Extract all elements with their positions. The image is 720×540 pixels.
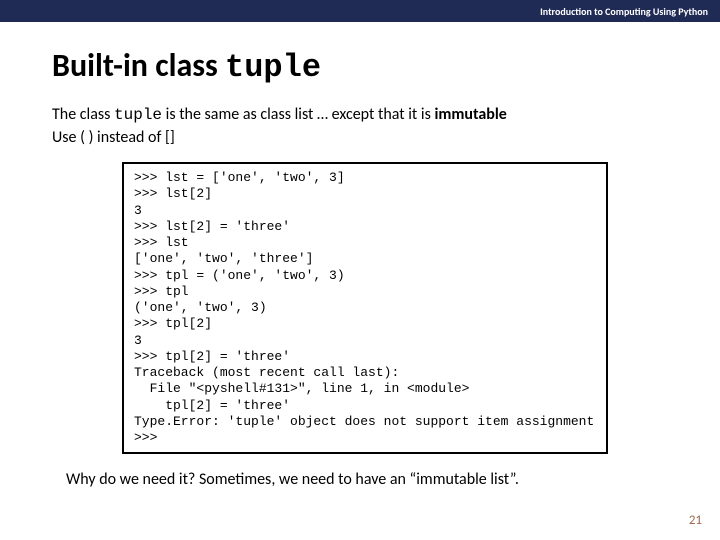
page-number: 21	[689, 513, 702, 528]
intro-frag-a: The class	[52, 105, 114, 124]
intro-frag-b: is the same as class list … except that …	[162, 105, 434, 124]
slide-title: Built-in class tuple	[52, 46, 668, 86]
course-title: Introduction to Computing Using Python	[540, 5, 708, 18]
title-prefix: Built-in class	[52, 46, 225, 85]
intro-frag-mono: tuple	[114, 106, 162, 124]
intro-frag-bold: immutable	[434, 105, 506, 124]
title-mono: tuple	[225, 49, 321, 86]
header-bar: Introduction to Computing Using Python	[0, 0, 720, 22]
intro-line-2: Use ( ) instead of []	[52, 127, 668, 149]
slide-content: Built-in class tuple The class tuple is …	[0, 22, 720, 489]
intro-text: The class tuple is the same as class lis…	[52, 104, 668, 148]
intro-line-1: The class tuple is the same as class lis…	[52, 104, 668, 127]
why-text: Why do we need it? Sometimes, we need to…	[52, 470, 668, 489]
code-example: >>> lst = ['one', 'two', 3] >>> lst[2] 3…	[122, 162, 608, 454]
